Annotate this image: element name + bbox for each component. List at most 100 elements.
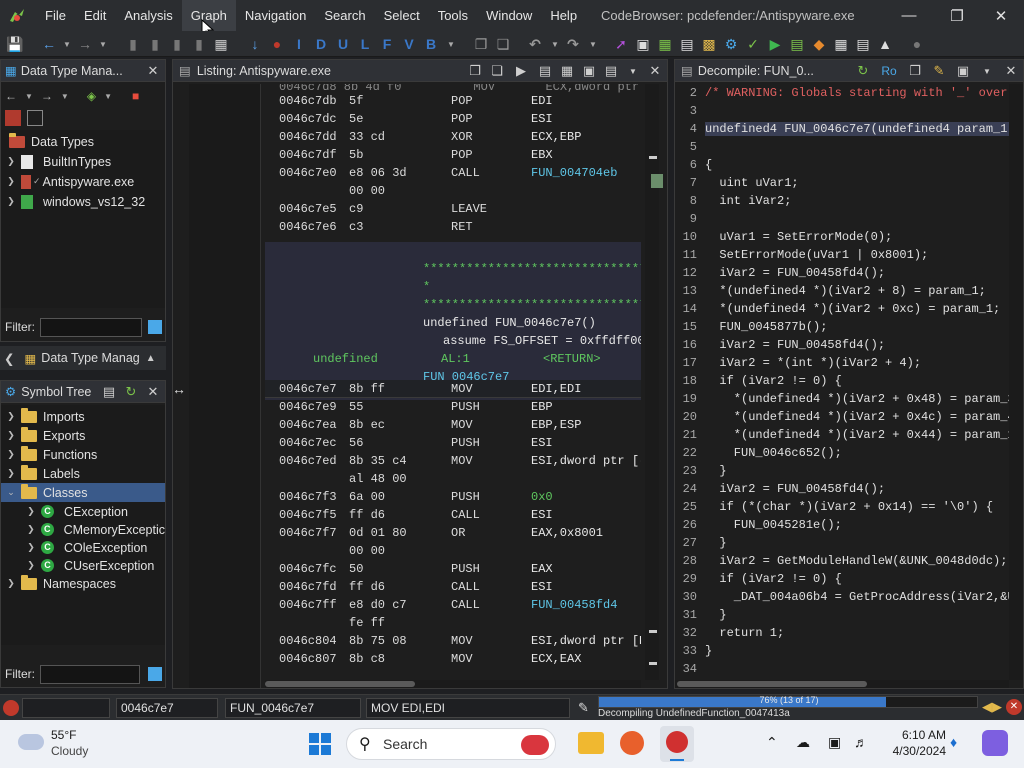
listing-mnemonic[interactable]: PUSH <box>451 560 480 578</box>
listing-bytes[interactable]: 5e <box>349 110 363 128</box>
listing-bytes[interactable]: 8b ec <box>349 416 385 434</box>
listing-address[interactable]: 0046c7db <box>279 92 337 110</box>
down-arrow-icon[interactable]: ↓ <box>246 35 264 53</box>
menu-navigation[interactable]: Navigation <box>236 0 315 31</box>
back-icon[interactable]: ← <box>5 89 17 103</box>
paste-icon[interactable]: ❏ <box>489 63 505 79</box>
data-type-manager-collapsed-bar[interactable]: ❮ ▦ Data Type Manag ▲ <box>0 346 166 370</box>
listing-address[interactable]: 0046c7f7 <box>279 524 337 542</box>
listing-mnemonic[interactable]: LEAVE <box>451 200 487 218</box>
listing-address[interactable]: 0046c7ec <box>279 434 337 452</box>
tool-icon-7[interactable]: ◆ <box>810 35 828 53</box>
listing-mnemonic[interactable]: CALL <box>451 596 480 614</box>
menu-edit[interactable]: Edit <box>75 0 115 31</box>
listing-bytes[interactable]: 8b 75 08 <box>349 632 407 650</box>
toolbar-letter-u[interactable]: U <box>334 35 352 53</box>
filter-options-icon[interactable] <box>148 320 162 334</box>
nav-icon-3[interactable]: ▮ <box>168 35 186 53</box>
diff-icon[interactable]: ▦ <box>559 63 575 79</box>
listing-address[interactable]: 0046c7e9 <box>279 398 337 416</box>
decompile-line[interactable]: 9 <box>675 210 705 228</box>
console-error-icon[interactable] <box>3 700 19 716</box>
line-code[interactable]: iVar2 = GetModuleHandleW(&UNK_0048d0dc); <box>705 554 1007 568</box>
forward-icon[interactable]: → <box>41 89 53 103</box>
menu-help[interactable]: Help <box>541 0 586 31</box>
listing-operand[interactable]: ESI <box>531 110 553 128</box>
listing-bytes[interactable]: 6a 00 <box>349 488 385 506</box>
tool-icon-6[interactable]: ▤ <box>788 35 806 53</box>
listing-bytes[interactable]: 0d 01 80 <box>349 524 407 542</box>
line-code[interactable]: } <box>705 536 726 550</box>
filter-options-icon[interactable] <box>148 667 162 681</box>
display-icon[interactable]: ▣ <box>828 734 841 751</box>
listing-mnemonic[interactable]: POP <box>451 92 473 110</box>
restore-button[interactable]: ❐ <box>934 0 980 31</box>
tree-item-builtin[interactable]: ❯ BuiltInTypes <box>5 152 111 171</box>
weather-condition[interactable]: Cloudy <box>51 744 88 758</box>
firefox-icon[interactable] <box>620 731 644 755</box>
collapse-icon[interactable] <box>27 110 43 126</box>
tree-item-namespaces[interactable]: ❯ Namespaces <box>5 574 116 593</box>
tool-icon-3[interactable]: ▤ <box>678 35 696 53</box>
listing-address[interactable]: 0046c7ed <box>279 452 337 470</box>
nav-icon-1[interactable]: ▮ <box>124 35 142 53</box>
decompile-line[interactable]: 15 FUN_0045877b(); <box>675 318 828 336</box>
listing-bytes[interactable]: al 48 00 <box>349 470 407 488</box>
listing-mnemonic[interactable]: OR <box>451 524 465 542</box>
listing-address[interactable]: 0046c7e5 <box>279 200 337 218</box>
decompile-line[interactable]: 28 iVar2 = GetModuleHandleW(&UNK_0048d0d… <box>675 552 1008 570</box>
line-code[interactable]: if (iVar2 != 0) { <box>705 374 841 388</box>
decompile-line[interactable]: 19 *(undefined4 *)(iVar2 + 0x48) = param… <box>675 390 1009 408</box>
back-icon[interactable]: ← <box>40 35 58 53</box>
listing-address[interactable]: 0046c7df <box>279 146 337 164</box>
back-dropdown-icon[interactable]: ▼ <box>25 92 33 101</box>
volume-icon[interactable]: ♬ <box>854 734 868 750</box>
decompile-line[interactable]: 12 iVar2 = FUN_00458fd4(); <box>675 264 885 282</box>
listing-bytes[interactable]: 8b ff <box>349 380 385 398</box>
redo-icon[interactable]: ↷ <box>564 35 582 53</box>
listing-address[interactable]: 0046c7ff <box>279 596 337 614</box>
ro-icon[interactable]: Ro <box>879 63 899 79</box>
toolbar-letter-v[interactable]: V <box>400 35 418 53</box>
listing-mnemonic[interactable]: MOV <box>451 452 473 470</box>
listing-operand[interactable]: EBP,ESP <box>531 416 581 434</box>
close-window-button[interactable]: ✕ <box>978 0 1024 31</box>
chevron-right-icon[interactable]: ❯ <box>5 176 17 187</box>
clock-date[interactable]: 4/30/2024 <box>880 744 946 758</box>
close-panel-icon[interactable]: ✕ <box>1003 63 1019 79</box>
chevron-right-icon[interactable]: ❯ <box>5 578 17 589</box>
run-icon[interactable]: ▶ <box>766 35 784 53</box>
listing-operand[interactable]: ESI <box>531 506 553 524</box>
ghidra-taskbar-icon[interactable] <box>660 726 694 762</box>
tool-icon-4[interactable]: ⚙ <box>722 35 740 53</box>
listing-operand[interactable]: EAX <box>531 560 553 578</box>
listing-address[interactable]: 0046c7e6 <box>279 218 337 236</box>
listing-bytes[interactable]: ff d6 <box>349 506 385 524</box>
tree-item-windows[interactable]: ❯ windows_vs12_32 <box>5 192 145 211</box>
listing-operand[interactable]: EDI,EDI <box>531 380 581 398</box>
listing-address[interactable]: 0046c7dd <box>279 128 337 146</box>
filter-off-icon[interactable]: ■ <box>132 89 139 103</box>
tree-item-cuserexception[interactable]: ❯ C CUserException <box>25 556 154 575</box>
listing-address[interactable]: 0046c807 <box>279 650 337 668</box>
line-code[interactable]: iVar2 = FUN_00458fd4(); <box>705 266 885 280</box>
listing-bytes[interactable]: 50 <box>349 560 363 578</box>
decompile-line[interactable]: 24 iVar2 = FUN_00458fd4(); <box>675 480 885 498</box>
clock-time[interactable]: 6:10 AM <box>880 728 946 742</box>
magic-wand-icon[interactable]: ➚ <box>612 35 630 53</box>
back-dropdown-icon[interactable]: ▼ <box>58 35 76 53</box>
decompile-line[interactable]: 6{ <box>675 156 712 174</box>
menu-tools[interactable]: Tools <box>429 0 477 31</box>
tree-item-coleexception[interactable]: ❯ C COleException <box>25 538 147 557</box>
refresh-icon[interactable]: ↻ <box>123 384 139 400</box>
scroll-thumb[interactable] <box>265 681 415 687</box>
line-code[interactable]: iVar2 = FUN_00458fd4(); <box>705 338 885 352</box>
line-code[interactable]: if (iVar2 != 0) { <box>705 572 841 586</box>
func-signature[interactable]: undefined FUN_0046c7e7() <box>423 314 596 332</box>
line-code[interactable]: { <box>705 158 712 172</box>
decompile-line[interactable]: 33} <box>675 642 713 660</box>
listing-mnemonic[interactable]: CALL <box>451 164 480 182</box>
chevron-right-icon[interactable]: ❯ <box>5 468 17 479</box>
toolbar-letter-d[interactable]: D <box>312 35 330 53</box>
listing-address[interactable]: 0046c804 <box>279 632 337 650</box>
